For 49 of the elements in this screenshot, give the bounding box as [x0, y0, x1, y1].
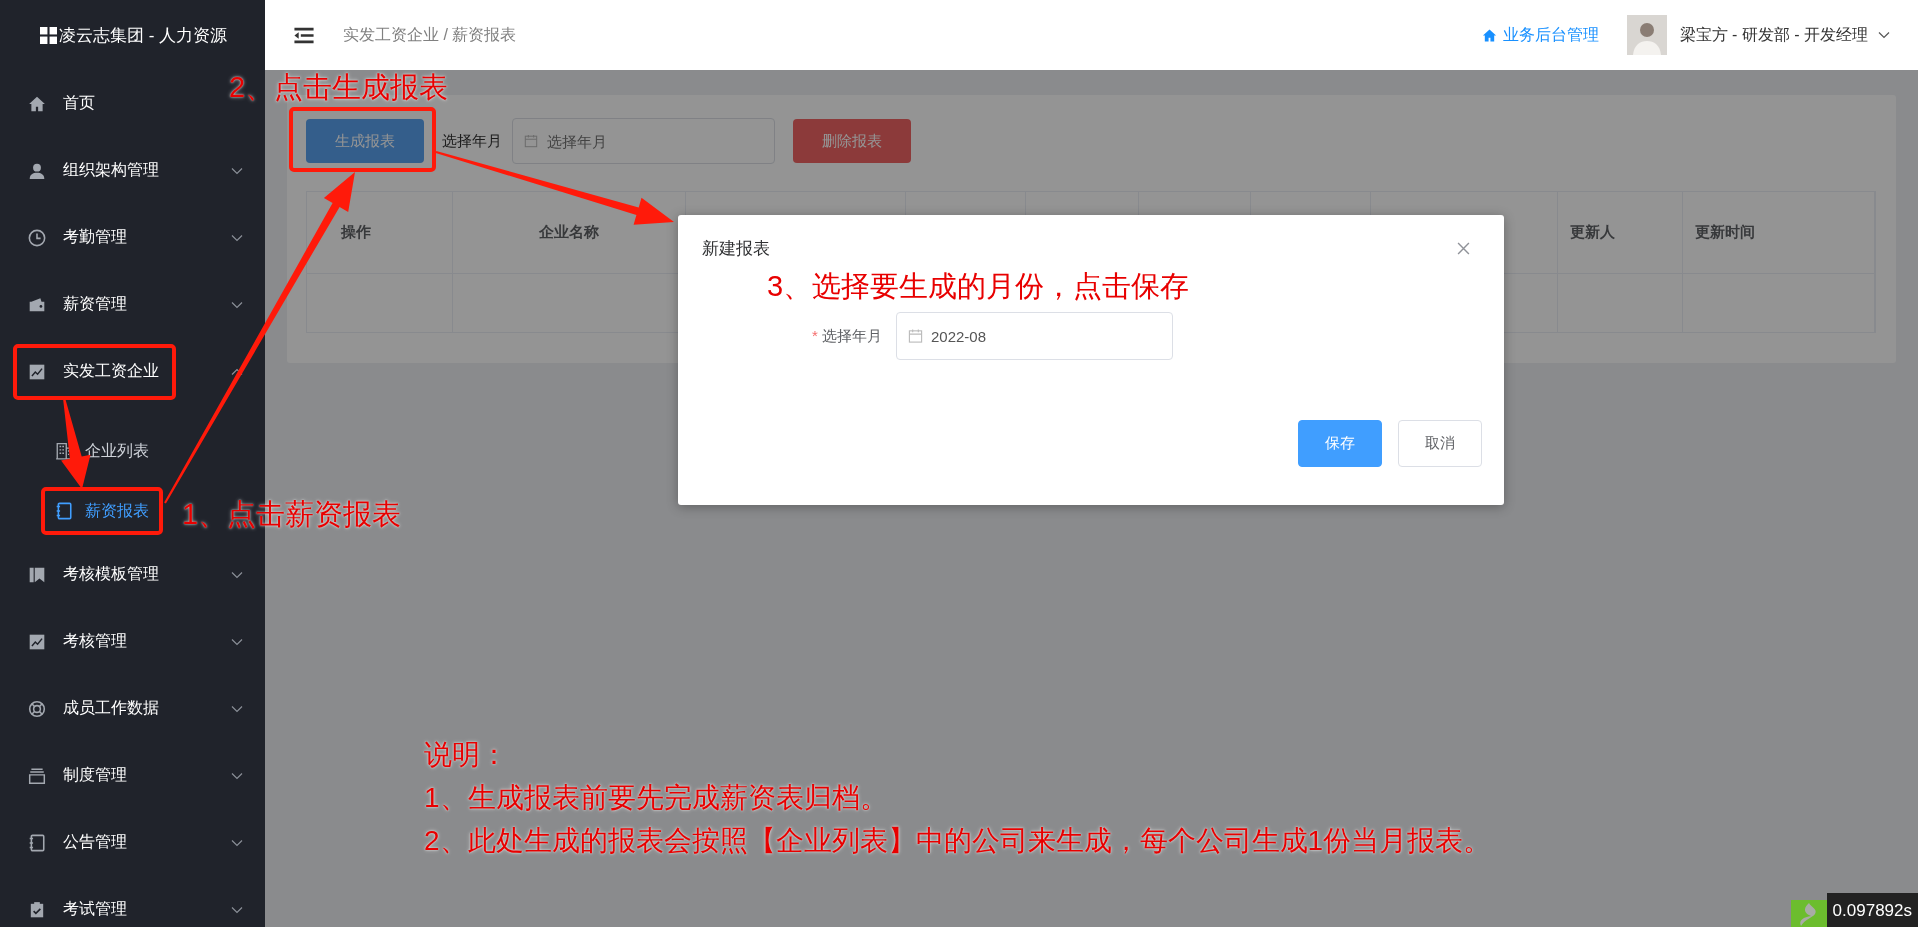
tray-icon	[28, 766, 46, 785]
chevron-icon[interactable]	[1878, 31, 1890, 39]
person-icon	[28, 161, 46, 180]
notebook-icon	[28, 833, 46, 852]
menu-item[interactable]: 首页	[0, 70, 117, 137]
month-field[interactable]: 选择年月	[512, 118, 775, 164]
menu-item[interactable]: 成员工作数据	[0, 675, 265, 742]
menu-item[interactable]: 组织架构管理	[0, 137, 265, 204]
menu-item[interactable]: 考核模板管理	[0, 541, 265, 608]
notebook-icon	[55, 502, 73, 520]
home-icon	[1481, 27, 1497, 43]
breadcrumb: 实发工资企业 / 薪资报表	[343, 24, 517, 45]
chart-icon	[28, 362, 46, 381]
bookmark-icon	[28, 565, 46, 584]
user-name[interactable]: 梁宝方 - 研发部 - 开发经理	[1679, 24, 1868, 46]
chart-icon	[28, 632, 46, 651]
month-label: 选择年月	[442, 131, 502, 151]
menu-icon[interactable]	[293, 26, 315, 44]
annotation-text: 2、点击生成报表	[229, 70, 449, 105]
close-icon[interactable]	[1457, 242, 1470, 255]
lifebuoy-icon	[28, 699, 46, 718]
calendar-icon	[908, 328, 923, 344]
app-title: 凌云志集团 - 人力资源	[58, 24, 228, 47]
note-text: 1、生成报表前要先完成薪资表归档。	[424, 781, 889, 815]
note-text: 说明：	[424, 738, 509, 772]
home-icon	[28, 94, 46, 113]
field-label: * 选择年月	[811, 326, 882, 346]
logo-icon	[39, 26, 57, 44]
avatar[interactable]	[1626, 15, 1667, 55]
clock-icon	[28, 228, 46, 247]
submenu-item[interactable]: 薪资报表	[0, 481, 161, 541]
menu-item[interactable]: 考试管理	[0, 876, 265, 927]
debug-timer: 0.097892s	[1826, 893, 1918, 927]
menu-item[interactable]: 薪资管理	[0, 271, 265, 338]
dialog-title: 新建报表	[702, 238, 770, 260]
note-text: 2、此处生成的报表会按照【企业列表】中的公司来生成，每个公司生成1份当月报表。	[424, 824, 1492, 858]
table-header-cell: 更新时间	[1683, 192, 1875, 274]
menu-item[interactable]: 制度管理	[0, 742, 265, 809]
logo-icon	[1790, 900, 1827, 927]
menu-item[interactable]: 公告管理	[0, 809, 265, 876]
month-field[interactable]: 2022-08	[896, 312, 1173, 360]
clipboard-icon	[28, 900, 46, 919]
annotation-text: 3、选择要生成的月份，点击保存	[767, 269, 1190, 304]
menu-item[interactable]: 考勤管理	[0, 204, 265, 271]
calendar-icon	[524, 134, 538, 148]
table-header-cell: 更新人	[1558, 192, 1683, 274]
menu-item[interactable]: 考核管理	[0, 608, 265, 675]
cancel-button[interactable]: 取消	[1398, 420, 1482, 467]
building-icon	[55, 442, 73, 460]
